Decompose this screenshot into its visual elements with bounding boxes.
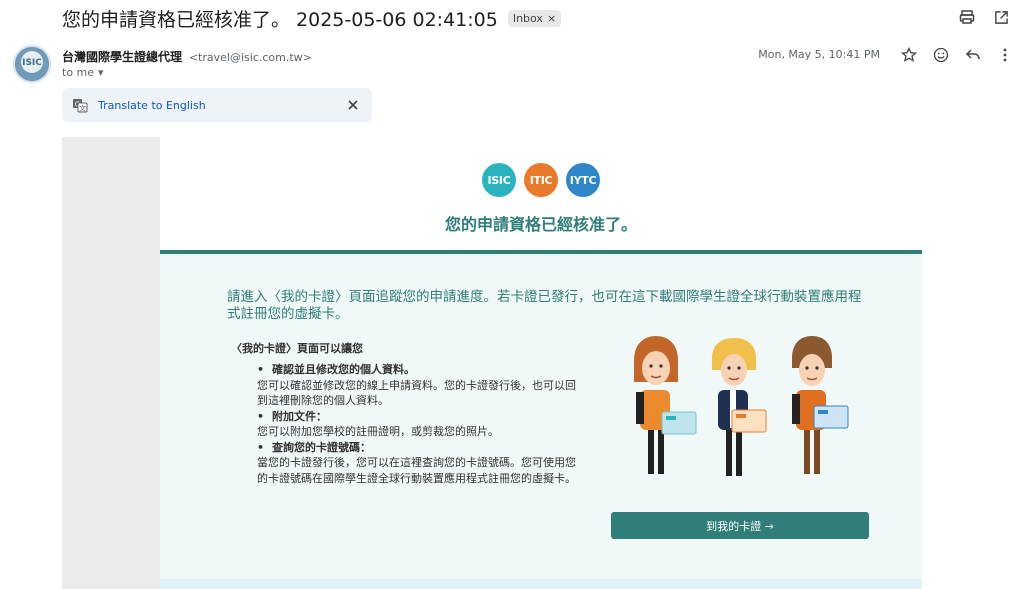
email-body: ISIC ITIC IYTC 您的申請資格已經核准了。 請進入〈我的卡證〉頁面追…	[160, 137, 922, 589]
students-with-cards-illustration	[626, 332, 856, 502]
recipient-label: to me	[62, 66, 95, 79]
email-subject: 您的申請資格已經核准了。 2025-05-06 02:41:05	[62, 8, 498, 31]
brand-logos: ISIC ITIC IYTC	[482, 163, 600, 197]
feature-title-profile: 確認並且修改您的個人資料。	[257, 362, 582, 378]
print-icon[interactable]	[958, 8, 976, 26]
close-icon[interactable]	[346, 97, 360, 116]
inbox-label-chip[interactable]: Inbox ×	[507, 9, 562, 27]
more-options-icon[interactable]	[996, 46, 1014, 64]
sender-email: <travel@isic.com.tw>	[188, 51, 312, 64]
emoji-reaction-icon[interactable]	[932, 46, 950, 64]
subject-row: 您的申請資格已經核准了。 2025-05-06 02:41:05 Inbox ×	[62, 4, 562, 32]
content-panel: 請進入〈我的卡證〉頁面追蹤您的申請進度。若卡證已發行，也可在這下載國際學生證全球…	[160, 254, 922, 579]
email-footer-strip	[160, 579, 922, 589]
feature-list: 確認並且修改您的個人資料。 您可以確認並修改您的線上申請資料。您的卡證發行後，也…	[257, 362, 582, 486]
reply-icon[interactable]	[964, 46, 982, 64]
feature-desc-card-number: 當您的卡證發行後，您可以在這裡查詢您的卡證號碼。您可使用您的卡證號碼在國際學生證…	[257, 456, 576, 485]
feature-desc-profile: 您可以確認並修改您的線上申請資料。您的卡證發行後，也可以回到這裡刪除您的個人資料…	[257, 378, 576, 408]
feature-title-documents: 附加文件：	[257, 409, 582, 425]
remove-label-icon[interactable]: ×	[547, 12, 556, 25]
translate-bar: G文 Translate to English	[62, 88, 372, 122]
intro-text: 請進入〈我的卡證〉頁面追蹤您的申請進度。若卡證已發行，也可在這下載國際學生證全球…	[227, 289, 862, 322]
recipient-details-toggle[interactable]: to me ▾	[62, 66, 104, 79]
feature-desc-documents: 您可以附加您學校的註冊證明，或剪裁您的照片。	[257, 425, 499, 438]
message-actions	[900, 46, 1014, 64]
top-actions	[958, 8, 1010, 26]
sender-name[interactable]: 台灣國際學生證總代理	[62, 50, 182, 64]
chevron-down-icon: ▾	[98, 66, 104, 79]
itic-logo: ITIC	[524, 163, 558, 197]
email-headline: 您的申請資格已經核准了。	[444, 215, 637, 234]
my-card-button[interactable]: 到我的卡證 →	[611, 512, 869, 539]
isic-logo: ISIC	[482, 163, 516, 197]
open-in-new-window-icon[interactable]	[992, 8, 1010, 26]
iytc-logo: IYTC	[566, 163, 600, 197]
svg-text:文: 文	[79, 104, 86, 113]
feature-title-card-number: 查詢您的卡證號碼：	[257, 440, 582, 456]
sender-line: 台灣國際學生證總代理 <travel@isic.com.tw>	[62, 48, 312, 65]
svg-text:ISIC: ISIC	[22, 58, 42, 68]
message-date: Mon, May 5, 10:41 PM	[758, 48, 880, 61]
section-title: 〈我的卡證〉頁面可以讓您	[231, 342, 363, 355]
star-icon[interactable]	[900, 46, 918, 64]
translate-link[interactable]: Translate to English	[98, 99, 206, 112]
sender-avatar[interactable]: ISIC	[13, 45, 51, 83]
inbox-label-text: Inbox	[512, 11, 543, 25]
translate-icon: G文	[72, 97, 88, 113]
